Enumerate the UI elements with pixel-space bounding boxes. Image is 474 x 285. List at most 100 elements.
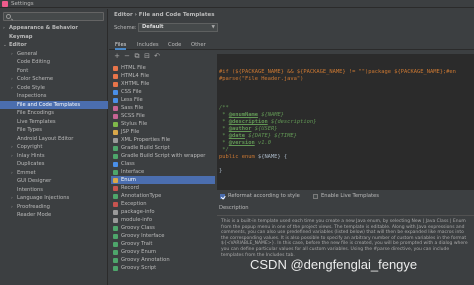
sidebar-item-android-layout-editor[interactable]: Android Layout Editor xyxy=(0,135,108,144)
scheme-value: Default xyxy=(142,24,164,30)
template-item[interactable]: Less File xyxy=(111,96,215,104)
copy-icon[interactable]: ⧉ xyxy=(133,52,141,60)
template-item[interactable]: Sass File xyxy=(111,104,215,112)
settings-search-input[interactable] xyxy=(3,12,104,21)
sidebar-item-inlay-hints[interactable]: › Inlay Hints xyxy=(0,152,108,161)
remove-icon[interactable]: − xyxy=(123,52,131,60)
template-item[interactable]: Gradle Build Script with wrapper xyxy=(111,152,215,160)
template-item[interactable]: package-info xyxy=(111,208,215,216)
template-tabs: Files Includes Code Other xyxy=(109,40,474,50)
template-item[interactable]: Groovy Trait xyxy=(111,240,215,248)
sidebar-item-appearance-behavior[interactable]: › Appearance & Behavior xyxy=(0,24,108,33)
sidebar-item-code-style[interactable]: › Code Style xyxy=(0,84,108,93)
sidebar-item-live-templates[interactable]: Live Templates xyxy=(0,118,108,127)
template-item[interactable]: Gradle Build Script xyxy=(111,144,215,152)
sidebar-item-label: Appearance & Behavior xyxy=(9,25,78,31)
file-type-icon xyxy=(113,201,118,207)
code-if: #if (${PACKAGE_NAME} && ${PACKAGE_NAME} … xyxy=(219,69,369,75)
sidebar-item-label: File Types xyxy=(17,127,42,133)
sidebar-item-reader-mode[interactable]: Reader Mode xyxy=(0,211,108,220)
sidebar-item-color-scheme[interactable]: › Color Scheme xyxy=(0,75,108,84)
template-item[interactable]: Record xyxy=(111,184,215,192)
template-editor[interactable]: #if (${PACKAGE_NAME} && ${PACKAGE_NAME} … xyxy=(217,54,474,190)
sidebar-item-label: Inlay Hints xyxy=(17,152,45,159)
scheme-select[interactable]: Default ▼ xyxy=(138,23,218,32)
file-type-icon xyxy=(113,161,118,167)
template-label: Gradle Build Script xyxy=(121,145,170,151)
sidebar-item-general[interactable]: › General xyxy=(0,50,108,59)
code-parse: #parse("File Header.java") xyxy=(219,76,304,82)
template-item[interactable]: CSS File xyxy=(111,88,215,96)
create-child-icon[interactable]: ⊟ xyxy=(143,52,151,60)
sidebar-item-file-encodings[interactable]: File Encodings xyxy=(0,109,108,118)
template-item[interactable]: Groovy Annotation xyxy=(111,256,215,264)
sidebar-item-file-types[interactable]: File Types xyxy=(0,126,108,135)
live-templates-label: Enable Live Templates xyxy=(321,193,379,199)
add-icon[interactable]: + xyxy=(113,52,121,60)
sidebar-item-keymap[interactable]: Keymap xyxy=(0,33,108,42)
chevron-down-icon: ▼ xyxy=(211,25,215,30)
file-type-icon xyxy=(113,73,118,79)
template-item[interactable]: Groovy Class xyxy=(111,224,215,232)
template-item[interactable]: Groovy Enum xyxy=(111,248,215,256)
code-line-description: * @description ${description} xyxy=(219,119,317,125)
sidebar-item-emmet[interactable]: › Emmet xyxy=(0,169,108,178)
template-label: XML Properties File xyxy=(121,137,171,143)
reformat-checkbox[interactable] xyxy=(220,194,225,199)
template-item[interactable]: Stylus File xyxy=(111,120,215,128)
template-item[interactable]: HTML4 File xyxy=(111,72,215,80)
template-item[interactable]: XHTML File xyxy=(111,80,215,88)
template-options: Reformat according to style Enable Live … xyxy=(217,193,474,202)
sidebar-item-label: Emmet xyxy=(17,169,36,176)
sidebar-item-code-editing[interactable]: Code Editing xyxy=(0,58,108,67)
file-type-icon xyxy=(113,89,118,95)
sidebar-item-label: File and Code Templates xyxy=(17,101,81,108)
template-item[interactable]: Exception xyxy=(111,200,215,208)
sidebar-item-font[interactable]: Font xyxy=(0,67,108,76)
template-list: HTML File HTML4 File XHTML File CSS File Les… xyxy=(111,64,215,285)
template-item[interactable]: Groovy Script xyxy=(111,264,215,272)
template-item[interactable]: HTML File xyxy=(111,64,215,72)
template-label: JSP File xyxy=(121,129,140,135)
sidebar-item-label: Language Injections xyxy=(17,195,70,201)
sidebar-item-proofreading[interactable]: › Proofreading xyxy=(0,203,108,212)
tab-includes[interactable]: Includes xyxy=(137,40,159,50)
sidebar-item-intentions[interactable]: Intentions xyxy=(0,186,108,195)
file-type-icon xyxy=(113,265,118,271)
sidebar-item-label: Reader Mode xyxy=(17,212,52,218)
template-item[interactable]: Class xyxy=(111,160,215,168)
template-label: HTML File xyxy=(121,65,146,71)
template-item[interactable]: JSP File xyxy=(111,128,215,136)
template-label: Groovy Enum xyxy=(121,249,157,255)
sidebar-item-gui-designer[interactable]: GUI Designer xyxy=(0,177,108,186)
reset-icon[interactable]: ↶ xyxy=(153,52,161,60)
tab-other[interactable]: Other xyxy=(191,40,206,50)
template-item[interactable]: SCSS File xyxy=(111,112,215,120)
template-label: XHTML File xyxy=(121,81,150,87)
template-item[interactable]: module-info xyxy=(111,216,215,224)
file-type-icon xyxy=(113,153,118,159)
sidebar-item-label: Live Templates xyxy=(17,118,56,125)
template-item[interactable]: XML Properties File xyxy=(111,136,215,144)
sidebar-item-label: Keymap xyxy=(9,33,33,40)
tab-code[interactable]: Code xyxy=(168,40,181,50)
sidebar-item-label: Proofreading xyxy=(17,203,50,210)
code-line-date: * @date ${DATE} ${TIME} xyxy=(219,133,297,139)
template-item[interactable]: Interface xyxy=(111,168,215,176)
template-item[interactable]: Groovy Interface xyxy=(111,232,215,240)
live-templates-checkbox[interactable] xyxy=(313,194,318,199)
tab-files[interactable]: Files xyxy=(115,40,127,50)
sidebar-item-editor[interactable]: ⌄ Editor xyxy=(0,41,108,50)
file-type-icon xyxy=(113,145,118,151)
template-item[interactable]: AnnotationType xyxy=(111,192,215,200)
sidebar-item-duplicates[interactable]: Duplicates xyxy=(0,160,108,169)
sidebar-item-label: Font xyxy=(17,67,29,74)
template-item[interactable]: Enum xyxy=(111,176,215,184)
code-line-doc-open: /** xyxy=(219,105,229,111)
description-title: Description xyxy=(219,205,249,211)
sidebar-item-label: GUI Designer xyxy=(17,178,52,184)
sidebar-item-file-and-code-templates[interactable]: File and Code Templates xyxy=(0,100,108,109)
sidebar-item-copyright[interactable]: › Copyright xyxy=(0,143,108,152)
sidebar-item-language-injections[interactable]: › Language Injections xyxy=(0,194,108,203)
sidebar-item-inspections[interactable]: Inspections xyxy=(0,92,108,101)
